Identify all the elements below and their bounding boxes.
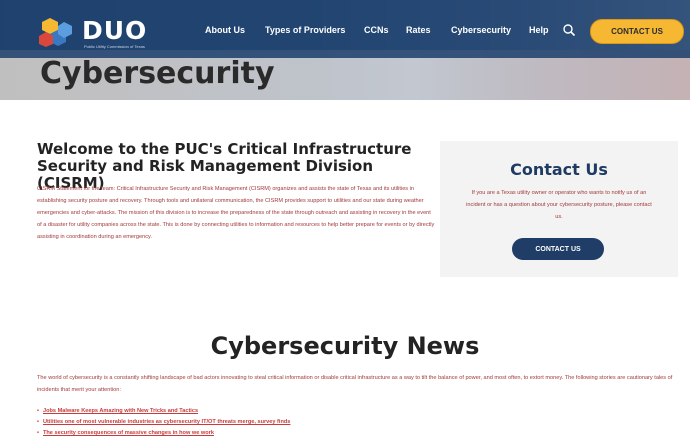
page-header: DUO Public Utility Commission of Texas A…	[0, 0, 690, 100]
cubes-logo-icon	[39, 18, 72, 47]
logo-text: DUO	[82, 16, 148, 45]
nav-link-types-of-providers[interactable]: Types of Providers	[265, 25, 345, 35]
news-heading: Cybersecurity News	[210, 332, 480, 360]
news-intro: The world of cybersecurity is a constant…	[37, 375, 673, 393]
news-list: Jobs Malware Keeps Amazing with New Tric…	[37, 406, 677, 439]
page-title: Cybersecurity	[40, 56, 275, 91]
contact-us-nav-button[interactable]: CONTACT US	[590, 19, 684, 44]
top-navigation: DUO Public Utility Commission of Texas A…	[0, 0, 690, 58]
nav-link-rates[interactable]: Rates	[406, 25, 431, 35]
cisrm-statement: CISRM Statement for the team: Critical I…	[37, 186, 435, 240]
news-link[interactable]: Jobs Malware Keeps Amazing with New Tric…	[37, 406, 677, 417]
contact-us-panel: Contact Us If you are a Texas utility ow…	[440, 141, 678, 277]
search-icon[interactable]	[562, 23, 576, 37]
logo-subtitle: Public Utility Commission of Texas	[84, 44, 145, 49]
nav-link-help[interactable]: Help	[529, 25, 549, 35]
nav-link-cybersecurity[interactable]: Cybersecurity	[451, 25, 511, 35]
nav-link-about-us[interactable]: About Us	[205, 25, 245, 35]
news-link[interactable]: The security consequences of massive cha…	[37, 428, 677, 439]
contact-us-heading: Contact Us	[510, 160, 608, 179]
contact-us-text: If you are a Texas utility owner or oper…	[466, 190, 652, 220]
duo-logo[interactable]: DUO Public Utility Commission of Texas	[38, 14, 178, 50]
nav-link-ccns[interactable]: CCNs	[364, 25, 389, 35]
news-link[interactable]: Utilities one of most vulnerable industr…	[37, 417, 677, 428]
contact-us-button[interactable]: CONTACT US	[512, 238, 604, 260]
